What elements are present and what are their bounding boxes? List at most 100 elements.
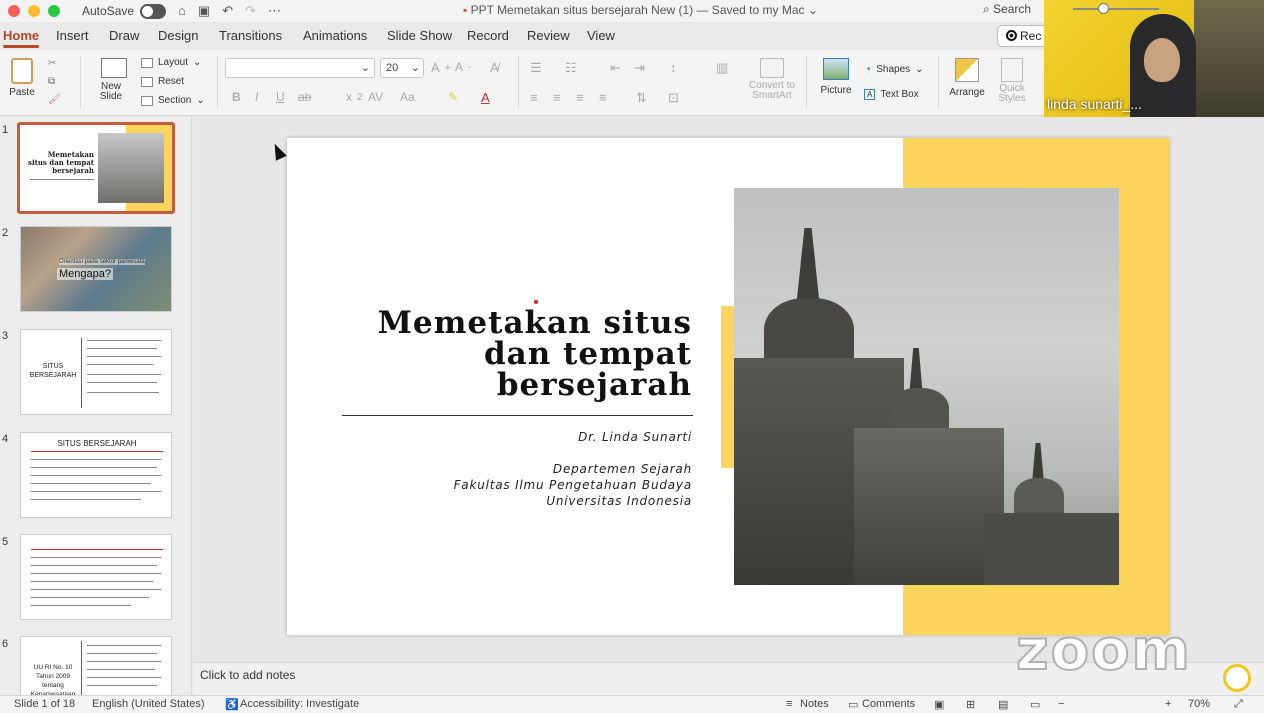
cut-icon[interactable]: ✂ [48, 58, 56, 69]
close-window-button[interactable] [8, 5, 20, 17]
italic-icon[interactable]: I [255, 90, 258, 104]
bold-icon[interactable]: B [232, 90, 241, 104]
more-icon[interactable]: ⋯ [268, 3, 281, 19]
zoom-slider[interactable] [1073, 8, 1159, 10]
home-icon[interactable]: ⌂ [178, 3, 186, 19]
accessibility-icon: ♿ [225, 699, 239, 711]
new-slide-button[interactable]: New Slide [94, 58, 134, 102]
decrease-indent-icon[interactable]: ⇤ [610, 60, 621, 76]
reading-view-icon[interactable]: ▤ [998, 698, 1008, 711]
yellow-accent-strip [721, 306, 735, 468]
zoom-level[interactable]: 70% [1188, 698, 1210, 710]
tab-design[interactable]: Design [158, 28, 198, 43]
font-color-icon[interactable]: A [481, 90, 490, 105]
thumbnail-title: Mengapa? [57, 268, 113, 280]
tab-home[interactable]: Home [3, 28, 40, 48]
record-button[interactable]: Rec [997, 25, 1047, 47]
save-icon[interactable]: ▣ [198, 3, 210, 19]
spacing-icon[interactable]: AV [368, 90, 383, 104]
slide-sorter-icon[interactable]: ⊞ [966, 698, 975, 711]
justify-icon[interactable]: ≡ [599, 90, 607, 105]
tab-transitions[interactable]: Transitions [219, 28, 282, 43]
notes-toggle[interactable]: Notes [800, 698, 829, 710]
tab-draw[interactable]: Draw [109, 28, 139, 43]
status-bar: Slide 1 of 18 English (United States) ♿ … [0, 695, 1264, 713]
undo-icon[interactable]: ↶ [222, 3, 233, 19]
align-center-icon[interactable]: ≡ [553, 90, 561, 105]
tab-view[interactable]: View [587, 28, 615, 43]
font-size-select[interactable]: 20 ⌄ [380, 58, 424, 78]
affiliation-line: Universitas Indonesia [546, 494, 692, 508]
thumbnail-title: SITUS BERSEJARAH [57, 439, 137, 448]
normal-view-icon[interactable]: ▣ [934, 698, 944, 711]
bullets-icon[interactable]: ☰ [530, 60, 542, 76]
tab-animations[interactable]: Animations [303, 28, 367, 43]
tab-insert[interactable]: Insert [56, 28, 89, 43]
layout-button[interactable]: Layout ⌄ [141, 57, 201, 68]
comments-toggle[interactable]: Comments [862, 698, 915, 710]
search-icon: ⌕ [983, 2, 990, 16]
columns-icon[interactable]: ▥ [716, 60, 728, 76]
copy-icon[interactable]: ⧉ [48, 76, 55, 87]
align-right-icon[interactable]: ≡ [576, 90, 584, 105]
chevron-down-icon: ⌄ [915, 63, 924, 75]
arrange-button[interactable]: Arrange [946, 58, 988, 98]
align-text-icon[interactable]: ⊡ [668, 90, 679, 106]
clear-format-icon[interactable]: A̸ [490, 60, 499, 75]
increase-font-icon[interactable]: A + [431, 60, 451, 75]
slide-author[interactable]: Dr. Linda Sunarti [327, 430, 692, 444]
align-left-icon[interactable]: ≡ [530, 90, 538, 105]
zoom-slider-thumb[interactable] [1098, 3, 1109, 14]
autosave-control[interactable]: AutoSave [82, 3, 167, 19]
slide-thumbnails-panel[interactable]: 1 Memetakan situs dan tempat bersejarah … [0, 117, 192, 695]
redo-icon[interactable]: ↷ [245, 3, 256, 19]
new-slide-icon [101, 58, 127, 78]
tab-review[interactable]: Review [527, 28, 570, 43]
decrease-font-icon[interactable]: A- [455, 60, 471, 74]
slide-thumbnail-4[interactable]: SITUS BERSEJARAH [20, 432, 172, 518]
temple-photo[interactable] [734, 188, 1119, 585]
language-indicator[interactable]: English (United States) [92, 698, 205, 710]
highlight-icon[interactable]: ✎ [448, 90, 458, 104]
underline-icon[interactable]: U [276, 90, 285, 104]
tab-slide-show[interactable]: Slide Show [387, 28, 452, 43]
accessibility-status[interactable]: Accessibility: Investigate [240, 698, 359, 710]
change-case-icon[interactable]: Aa [400, 90, 415, 104]
slide-thumbnail-2[interactable]: Orientasi pada sektor pariwisata Mengapa… [20, 226, 172, 312]
convert-smartart-button[interactable]: Convert to SmartArt [745, 58, 799, 101]
search-box[interactable]: ⌕ Search [983, 2, 1031, 17]
slideshow-view-icon[interactable]: ▭ [1030, 698, 1040, 711]
shapes-button[interactable]: ◔ Shapes ⌄ [864, 62, 924, 76]
picture-button[interactable]: Picture [816, 58, 856, 96]
increase-indent-icon[interactable]: ⇥ [634, 60, 645, 76]
document-title[interactable]: ▪ PPT Memetakan situs bersejarah New (1)… [463, 3, 818, 17]
section-button[interactable]: Section ⌄ [141, 95, 205, 106]
minimize-window-button[interactable] [28, 5, 40, 17]
current-slide[interactable]: Memetakan situs dan tempat bersejarah Dr… [287, 138, 1169, 635]
autosave-toggle[interactable] [140, 3, 167, 19]
subscript-icon[interactable]: x2 [346, 90, 363, 104]
slide-title[interactable]: Memetakan situs dan tempat bersejarah [327, 308, 692, 401]
strikethrough-icon[interactable]: ab [298, 90, 311, 104]
quick-styles-button[interactable]: Quick Styles [994, 58, 1030, 104]
font-name-select[interactable]: ⌄ [225, 58, 375, 78]
zoom-window-button[interactable] [48, 5, 60, 17]
paste-button[interactable]: Paste [5, 58, 39, 98]
slide-thumbnail-6[interactable]: UU RI No. 10 Tahun 2009 tentang Kepariwi… [20, 636, 172, 695]
text-direction-icon[interactable]: ⇅ [636, 90, 647, 106]
line-spacing-icon[interactable]: ↕ [670, 60, 677, 75]
slide-thumbnail-1[interactable]: Memetakan situs dan tempat bersejarah [17, 122, 175, 214]
slide-thumbnail-5[interactable] [20, 534, 172, 620]
slide-thumbnail-3[interactable]: SITUS BERSEJARAH [20, 329, 172, 415]
fit-slide-icon[interactable]: ⤢ [1234, 698, 1243, 711]
affiliation-line: Departemen Sejarah [552, 462, 692, 476]
slide-affiliation[interactable]: Departemen Sejarah Fakultas Ilmu Pengeta… [327, 461, 692, 509]
quick-styles-icon [1001, 58, 1023, 82]
tab-record[interactable]: Record [467, 28, 509, 43]
reset-button[interactable]: Reset [141, 76, 184, 87]
text-box-button[interactable]: A Text Box [864, 89, 919, 100]
numbering-icon[interactable]: ☷ [565, 60, 577, 76]
zoom-in-icon[interactable]: + [1165, 698, 1171, 710]
format-painter-icon[interactable]: 🖌 [48, 94, 61, 105]
zoom-out-icon[interactable]: − [1058, 698, 1064, 710]
